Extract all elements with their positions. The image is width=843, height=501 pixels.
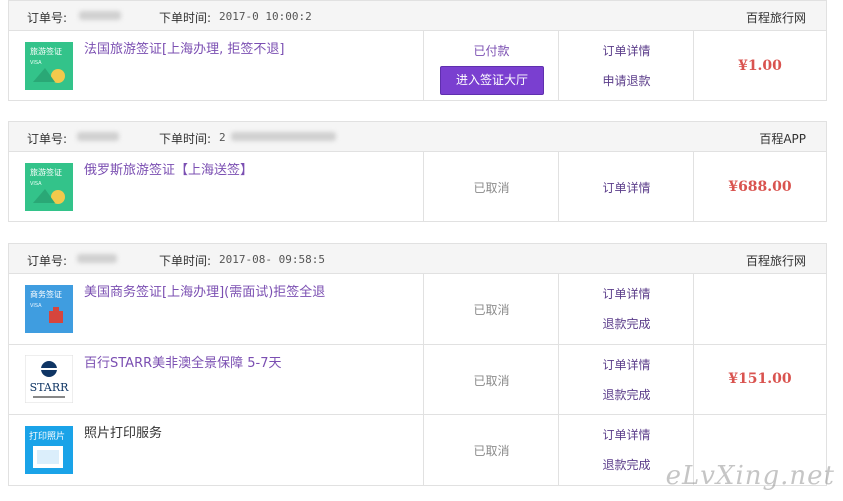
order-time-redacted [231,132,336,141]
actions-column: 订单详情 退款完成 [558,274,694,344]
order-number-redacted [77,132,119,141]
order-card: 订单号: 下单时间: 2017-08- 09:58:5 百程旅行网 商务签证 V… [8,243,827,486]
order-item-row: 旅游签证 VISA 法国旅游签证[上海办理, 拒签不退] 已付款 进入签证大厅 … [9,31,826,101]
request-refund-link[interactable]: 申请退款 [559,72,694,89]
visa-thumbnail-icon: 旅游签证 VISA [25,42,73,90]
order-status: 已付款 [473,44,510,58]
order-price: ¥688.00 [728,179,792,195]
order-header: 订单号: 下单时间: 2017-0 10:00:2 百程旅行网 [9,1,826,31]
order-number-label: 订单号: [27,254,68,268]
thumb-title: 旅游签证 [30,46,62,56]
order-header: 订单号: 下单时间: 2 百程APP [9,122,826,152]
status-column: 已付款 进入签证大厅 [423,31,559,101]
order-source-site: 百程旅行网 [745,11,806,25]
order-time-label: 下单时间: [159,254,212,268]
enter-visa-hall-button[interactable]: 进入签证大厅 [440,66,544,95]
thumb-sub: VISA [30,303,42,309]
order-card: 订单号: 下单时间: 2 百程APP 旅游签证 VISA 俄罗斯旅游签证【上海送… [8,121,827,222]
order-price: ¥151.00 [728,371,792,387]
order-price: ¥1.00 [738,58,782,74]
thumb-title: 旅游签证 [30,167,62,177]
refund-complete-text: 退款完成 [602,317,651,331]
actions-column: 订单详情 [558,152,694,222]
product-name-link[interactable]: 美国商务签证[上海办理](需面试)拒签全退 [84,284,344,302]
order-header: 订单号: 下单时间: 2017-08- 09:58:5 百程旅行网 [9,244,826,274]
order-time-label: 下单时间: [159,132,212,146]
thumb-title: STARR [30,381,69,394]
order-details-link[interactable]: 订单详情 [559,356,694,373]
order-source-site: 百程旅行网 [745,254,806,268]
order-details-link[interactable]: 订单详情 [559,179,694,196]
refund-complete-text: 退款完成 [602,388,651,402]
thumb-sub: VISA [30,60,42,66]
order-card: 订单号: 下单时间: 2017-0 10:00:2 百程旅行网 旅游签证 VIS… [8,0,827,101]
order-time-value: 2017-0 10:00:2 [219,10,312,23]
thumb-title: 商务签证 [30,289,62,299]
thumb-title: 打印照片 [29,430,65,442]
product-name-link[interactable]: 俄罗斯旅游签证【上海送签】 [84,162,344,180]
order-number-label: 订单号: [27,11,68,25]
thumb-sub: VISA [30,181,42,187]
status-column: 已取消 [423,152,559,222]
order-time-value: 2 [219,131,226,144]
starr-insurance-logo-icon: STARR [24,354,74,404]
business-visa-thumbnail-icon: 商务签证 VISA [25,285,73,333]
photo-print-thumbnail-icon: 打印照片 [25,426,73,474]
order-number-label: 订单号: [27,132,68,146]
order-status: 已取消 [473,303,510,317]
status-column: 已取消 [423,274,559,344]
status-column: 已取消 [423,415,559,485]
price-column: ¥688.00 [693,152,826,222]
order-details-link[interactable]: 订单详情 [559,285,694,302]
order-time-label: 下单时间: [159,11,212,25]
product-name-link[interactable]: 法国旅游签证[上海办理, 拒签不退] [84,41,344,59]
order-time-value: 2017-08- 09:58:5 [219,253,325,266]
price-column: ¥1.00 [693,31,826,101]
order-status: 已取消 [473,181,510,195]
order-details-link[interactable]: 订单详情 [559,426,694,443]
actions-column: 订单详情 退款完成 [558,345,694,414]
product-name-link[interactable]: 百行STARR美非澳全景保障 5-7天 [84,355,344,373]
order-number-redacted [79,11,121,20]
order-details-link[interactable]: 订单详情 [559,42,694,59]
order-number-redacted [77,254,117,263]
product-name-text[interactable]: 照片打印服务 [84,425,344,443]
order-status: 已取消 [473,374,510,388]
watermark: eLvXing.net [665,461,835,491]
actions-column: 订单详情 申请退款 [558,31,694,101]
order-status: 已取消 [473,444,510,458]
order-item-row: 旅游签证 VISA 俄罗斯旅游签证【上海送签】 已取消 订单详情 ¥688.00 [9,152,826,222]
price-column: ¥151.00 [693,274,826,485]
order-source-site: 百程APP [759,132,806,146]
visa-thumbnail-icon: 旅游签证 VISA [25,163,73,211]
status-column: 已取消 [423,345,559,414]
